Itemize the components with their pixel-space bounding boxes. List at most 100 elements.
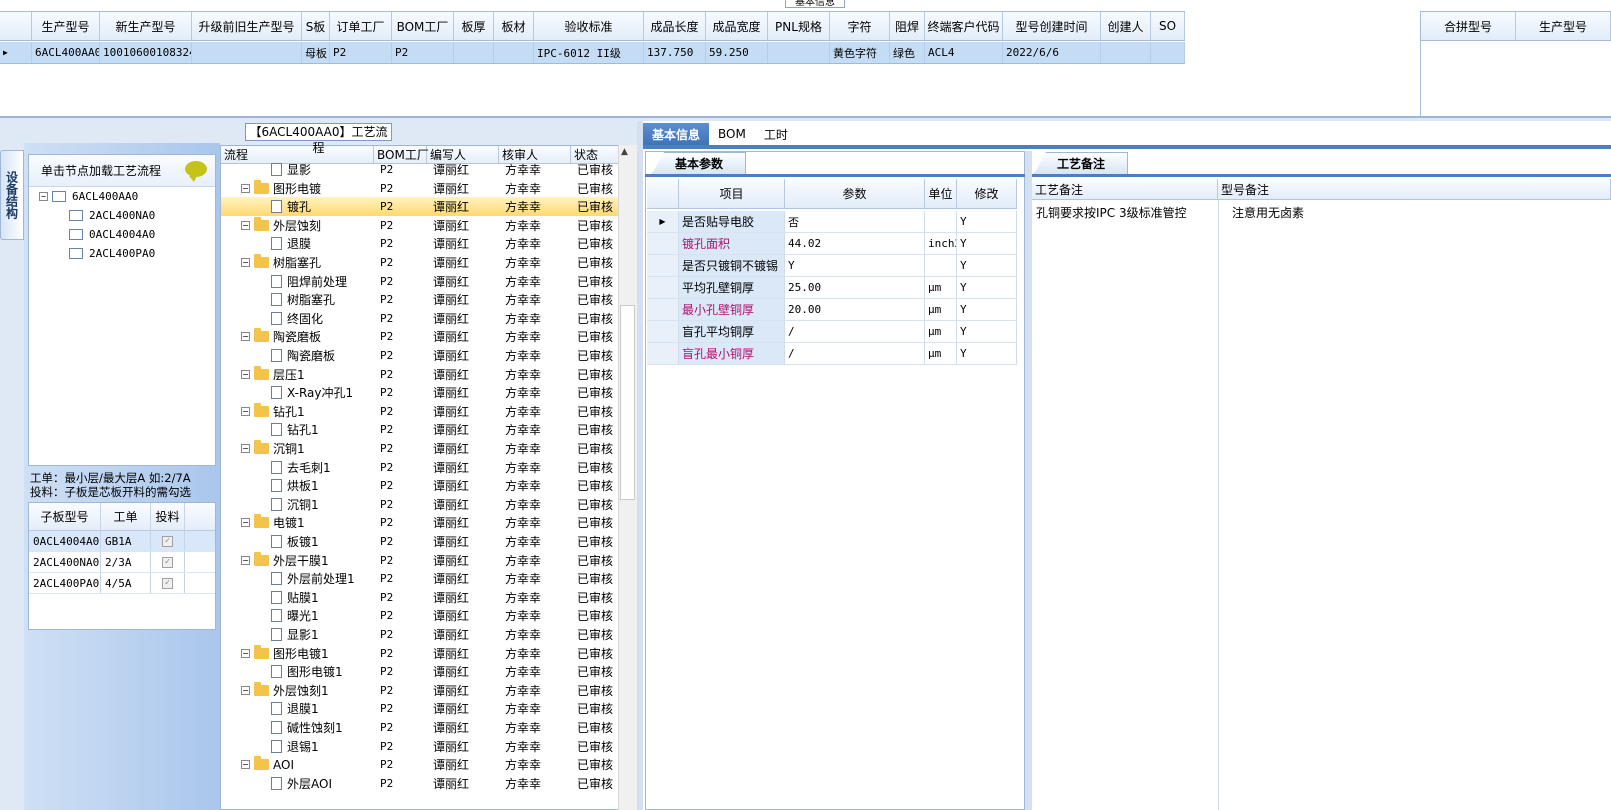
- row-selector[interactable]: [647, 343, 679, 364]
- tab-2[interactable]: 工时: [755, 123, 797, 145]
- cell[interactable]: 137.750: [644, 42, 706, 63]
- basic-params-title[interactable]: 基本参数: [652, 152, 747, 174]
- cell[interactable]: 黄色字符: [830, 42, 890, 63]
- splitter-2[interactable]: [1025, 151, 1032, 810]
- col-header[interactable]: 型号备注: [1218, 179, 1611, 199]
- param-value[interactable]: 否: [785, 211, 925, 232]
- process-row[interactable]: − AOI P2 谭丽红 方幸幸 已审核: [221, 755, 621, 774]
- process-row[interactable]: 显影 P2 谭丽红 方幸幸 已审核: [221, 160, 621, 179]
- process-row[interactable]: − 图形电镀1 P2 谭丽红 方幸幸 已审核: [221, 644, 621, 663]
- process-name-cell[interactable]: 终固化: [221, 309, 374, 328]
- collapse-icon[interactable]: −: [241, 220, 250, 230]
- param-value[interactable]: Y: [785, 255, 925, 276]
- cell[interactable]: ACL4: [925, 42, 1003, 63]
- col-header[interactable]: 投料: [151, 503, 185, 530]
- cell[interactable]: 2022/6/6: [1003, 42, 1101, 63]
- cell[interactable]: 59.250: [706, 42, 768, 63]
- row-selector-icon[interactable]: ▶: [0, 42, 32, 63]
- process-row[interactable]: − 层压1 P2 谭丽红 方幸幸 已审核: [221, 365, 621, 384]
- process-name-cell[interactable]: 显影: [221, 160, 374, 179]
- process-name-cell[interactable]: 显影1: [221, 625, 374, 644]
- col-header[interactable]: 终端客户代码: [925, 12, 1003, 40]
- table-row[interactable]: 0ACL4004A0 GB1A ✓: [29, 531, 215, 552]
- scroll-thumb[interactable]: [620, 305, 635, 500]
- checkbox-icon[interactable]: ✓: [162, 535, 173, 547]
- col-header[interactable]: 订单工厂: [330, 12, 392, 40]
- process-row[interactable]: 退锡1 P2 谭丽红 方幸幸 已审核: [221, 737, 621, 756]
- col-header[interactable]: BOM工厂: [392, 12, 454, 40]
- row-selector[interactable]: [647, 299, 679, 320]
- feed-checkbox[interactable]: ✓: [151, 531, 185, 551]
- process-name-cell[interactable]: − 陶瓷磨板: [221, 327, 374, 346]
- process-row[interactable]: − 外层干膜1 P2 谭丽红 方幸幸 已审核: [221, 551, 621, 570]
- process-name-cell[interactable]: 外层AOI: [221, 774, 374, 793]
- collapse-icon[interactable]: −: [241, 685, 250, 695]
- process-name-cell[interactable]: 外层前处理1: [221, 569, 374, 588]
- process-row[interactable]: 镀孔 P2 谭丽红 方幸幸 已审核: [221, 197, 621, 217]
- process-row[interactable]: 碱性蚀刻1 P2 谭丽红 方幸幸 已审核: [221, 718, 621, 737]
- remark-title[interactable]: 工艺备注: [1034, 152, 1129, 174]
- process-row[interactable]: 外层前处理1 P2 谭丽红 方幸幸 已审核: [221, 569, 621, 588]
- col-header[interactable]: SO: [1151, 12, 1185, 40]
- process-name-cell[interactable]: 板镀1: [221, 532, 374, 551]
- row-selector[interactable]: ▶: [647, 211, 679, 232]
- checkbox-icon[interactable]: ✓: [162, 577, 173, 589]
- param-value[interactable]: 25.00: [785, 277, 925, 298]
- col-header[interactable]: S板: [302, 12, 330, 40]
- col-header[interactable]: 字符: [830, 12, 890, 40]
- process-row[interactable]: − 钻孔1 P2 谭丽红 方幸幸 已审核: [221, 402, 621, 421]
- col-header[interactable]: 新生产型号: [100, 12, 192, 40]
- process-name-cell[interactable]: 树脂塞孔: [221, 290, 374, 309]
- param-row[interactable]: 镀孔面积44.02inch2Y: [647, 233, 1017, 255]
- top-info-tab[interactable]: 基本信息: [785, 0, 845, 8]
- collapse-icon[interactable]: −: [241, 332, 250, 342]
- col-header[interactable]: 参数: [785, 179, 925, 208]
- process-row[interactable]: 退膜1 P2 谭丽红 方幸幸 已审核: [221, 699, 621, 718]
- process-row[interactable]: 陶瓷磨板 P2 谭丽红 方幸幸 已审核: [221, 346, 621, 365]
- process-row[interactable]: 阻焊前处理 P2 谭丽红 方幸幸 已审核: [221, 272, 621, 291]
- cell[interactable]: 绿色: [890, 42, 925, 63]
- process-row[interactable]: 退膜 P2 谭丽红 方幸幸 已审核: [221, 234, 621, 253]
- process-name-cell[interactable]: 曝光1: [221, 606, 374, 625]
- collapse-icon[interactable]: −: [241, 760, 250, 770]
- tree-node[interactable]: − 6ACL400AA0: [39, 187, 138, 205]
- process-name-cell[interactable]: − 外层干膜1: [221, 551, 374, 570]
- param-value[interactable]: /: [785, 343, 925, 364]
- process-row[interactable]: 去毛刺1 P2 谭丽红 方幸幸 已审核: [221, 458, 621, 477]
- process-name-cell[interactable]: 沉铜1: [221, 495, 374, 514]
- process-name-cell[interactable]: 去毛刺1: [221, 458, 374, 477]
- table-row[interactable]: 2ACL400NA0 2/3A ✓: [29, 552, 215, 573]
- param-edit[interactable]: Y: [957, 277, 1017, 298]
- collapse-icon[interactable]: −: [241, 406, 250, 416]
- collapse-icon[interactable]: −: [241, 648, 250, 658]
- collapse-icon[interactable]: −: [241, 258, 250, 267]
- param-edit[interactable]: Y: [957, 321, 1017, 342]
- process-row[interactable]: − 外层蚀刻 P2 谭丽红 方幸幸 已审核: [221, 216, 621, 235]
- process-name-cell[interactable]: 钻孔1: [221, 420, 374, 439]
- scroll-up-icon[interactable]: ▲: [621, 147, 628, 157]
- col-header[interactable]: 工艺备注: [1032, 179, 1218, 199]
- process-row[interactable]: X-Ray冲孔1 P2 谭丽红 方幸幸 已审核: [221, 383, 621, 402]
- col-header[interactable]: 单位: [925, 179, 957, 208]
- param-edit[interactable]: Y: [957, 343, 1017, 364]
- col-header[interactable]: 成品宽度: [706, 12, 768, 40]
- cell[interactable]: [454, 42, 494, 63]
- row-selector[interactable]: [647, 233, 679, 254]
- col-header[interactable]: 子板型号: [29, 503, 101, 530]
- process-remark[interactable]: 孔铜要求按IPC 3级标准管控: [1036, 204, 1187, 221]
- param-row[interactable]: 最小孔壁铜厚 20.00 μm Y: [647, 299, 1017, 321]
- process-name-cell[interactable]: 图形电镀1: [221, 662, 374, 681]
- col-header[interactable]: 修改: [957, 179, 1017, 208]
- row-selector[interactable]: [647, 255, 679, 276]
- param-value[interactable]: 44.02: [785, 233, 925, 254]
- param-row[interactable]: 平均孔壁铜厚 25.00 μm Y: [647, 277, 1017, 299]
- col-header[interactable]: 升级前旧生产型号: [192, 12, 302, 40]
- row-selector[interactable]: [647, 321, 679, 342]
- param-edit[interactable]: Y: [957, 255, 1017, 276]
- process-name-cell[interactable]: − 沉铜1: [221, 439, 374, 458]
- tree-node[interactable]: 2ACL400NA0: [69, 206, 155, 224]
- col-header[interactable]: 项目: [679, 179, 785, 208]
- tab-1[interactable]: BOM: [709, 123, 755, 145]
- collapse-icon[interactable]: −: [241, 444, 250, 453]
- process-name-cell[interactable]: 退膜: [221, 234, 374, 253]
